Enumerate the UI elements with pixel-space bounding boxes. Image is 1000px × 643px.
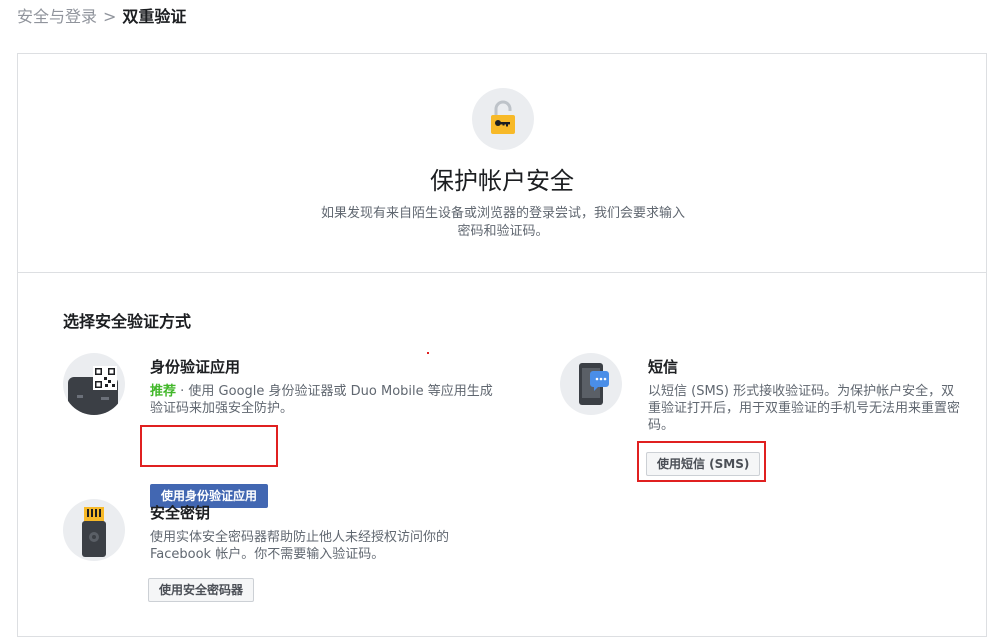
auth-app-description: 推荐 · 使用 Google 身份验证器或 Duo Mobile 等应用生成验证…: [150, 383, 500, 417]
breadcrumb: 安全与登录 > 双重验证: [17, 6, 186, 28]
breadcrumb-separator: >: [103, 7, 117, 26]
section-title: 选择安全验证方式: [63, 312, 192, 331]
highlight-box-auth-app: [140, 425, 278, 467]
use-security-key-button[interactable]: 使用安全密码器: [148, 578, 255, 602]
hero-section: 保护帐户安全 如果发现有来自陌生设备或浏览器的登录尝试，我们会要求输入密码和验证…: [18, 54, 986, 273]
security-key-title: 安全密钥: [150, 504, 211, 522]
two-factor-card: 保护帐户安全 如果发现有来自陌生设备或浏览器的登录尝试，我们会要求输入密码和验证…: [17, 53, 987, 637]
breadcrumb-current: 双重验证: [122, 7, 187, 26]
auth-app-description-text: · 使用 Google 身份验证器或 Duo Mobile 等应用生成验证码来加…: [150, 384, 493, 416]
lock-icon: [472, 88, 534, 150]
security-key-option: 安全密钥 使用实体安全密码器帮助防止他人未经授权访问你的 Facebook 帐户…: [63, 499, 513, 619]
auth-app-title: 身份验证应用: [150, 358, 241, 376]
phone-message-icon: [560, 353, 622, 415]
qr-phone-icon: [63, 353, 125, 415]
hero-title: 保护帐户安全: [430, 167, 574, 195]
breadcrumb-parent-link[interactable]: 安全与登录: [17, 7, 97, 26]
recommended-badge: 推荐: [150, 384, 177, 399]
auth-app-option: 身份验证应用 推荐 · 使用 Google 身份验证器或 Duo Mobile …: [63, 353, 513, 508]
sms-title: 短信: [648, 358, 679, 376]
highlight-box-sms: [637, 441, 766, 482]
sms-description: 以短信 (SMS) 形式接收验证码。为保护帐户安全，双重验证打开后，用于双重验证…: [648, 384, 961, 433]
hero-description: 如果发现有来自陌生设备或浏览器的登录尝试，我们会要求输入密码和验证码。: [320, 206, 685, 239]
security-key-description: 使用实体安全密码器帮助防止他人未经授权访问你的 Facebook 帐户。你不需要…: [150, 530, 450, 562]
red-dot-marker: [427, 352, 429, 354]
security-key-icon: [63, 499, 125, 561]
